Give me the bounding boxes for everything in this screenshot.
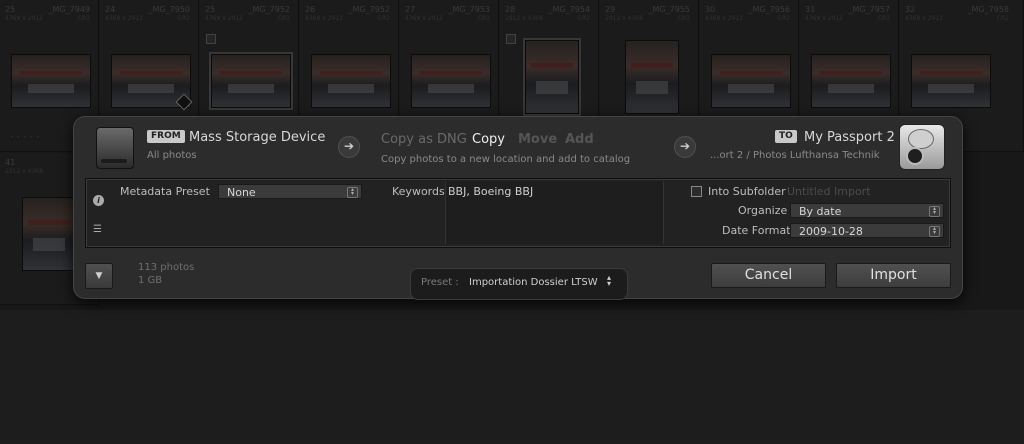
cancel-button[interactable]: Cancel	[711, 263, 826, 288]
destination-name[interactable]: My Passport 2	[804, 130, 895, 145]
arrow-right-icon: ➔	[674, 136, 696, 158]
source-subtitle[interactable]: All photos	[147, 150, 197, 161]
preset-value: Importation Dossier LTSW	[469, 277, 598, 288]
subfolder-label: Into Subfolder	[708, 185, 786, 198]
mode-description: Copy photos to a new location and add to…	[381, 154, 631, 165]
source-name[interactable]: Mass Storage Device	[189, 130, 325, 145]
external-drive-icon[interactable]	[899, 124, 945, 170]
mode-move[interactable]: Move	[518, 132, 557, 147]
subfolder-name-input[interactable]: Untitled Import	[787, 185, 871, 198]
stepper-icon: ▴ ▾	[929, 206, 940, 217]
organize-select[interactable]: By date ▴ ▾	[790, 203, 944, 218]
metadata-preset-value: None	[227, 186, 256, 199]
mode-copy[interactable]: Copy	[472, 132, 505, 147]
import-button[interactable]: Import	[836, 263, 951, 288]
stepper-icon: ▴ ▾	[607, 273, 612, 288]
info-icon[interactable]: i	[93, 195, 104, 206]
keywords-input[interactable]: BBJ, Boeing BBJ	[445, 181, 664, 244]
mode-copy-as-dng[interactable]: Copy as DNG	[381, 132, 467, 147]
destination-path[interactable]: ...ort 2 / Photos Lufthansa Technik	[710, 150, 880, 161]
organize-value: By date	[799, 205, 842, 218]
from-tag: FROM	[147, 130, 185, 143]
expand-dialog-button[interactable]: ▼	[85, 263, 113, 289]
mode-add[interactable]: Add	[565, 132, 594, 147]
stepper-icon: ▴ ▾	[347, 187, 358, 198]
metadata-preset-select[interactable]: None ▴ ▾	[218, 184, 362, 199]
arrow-right-icon: ➔	[338, 136, 360, 158]
subfolder-checkbox[interactable]	[691, 186, 702, 197]
date-format-label: Date Format	[722, 224, 791, 237]
keywords-label: Keywords	[392, 185, 445, 198]
preset-label: Preset :	[421, 277, 459, 288]
stepper-icon: ▴ ▾	[929, 226, 940, 237]
preset-selector[interactable]: Preset : Importation Dossier LTSW ▴ ▾	[410, 268, 628, 300]
metadata-preset-label: Metadata Preset	[120, 185, 210, 198]
photo-count: 113 photos	[138, 262, 195, 273]
date-format-select[interactable]: 2009-10-28 ▴ ▾	[790, 223, 944, 238]
import-options-panel: i ☰ Metadata Preset None ▴ ▾ Keywords BBJ…	[85, 178, 951, 248]
date-format-value: 2009-10-28	[799, 225, 863, 238]
list-icon[interactable]: ☰	[93, 225, 104, 235]
hard-drive-icon[interactable]	[96, 127, 134, 169]
to-tag: TO	[775, 130, 797, 143]
keywords-value: BBJ, Boeing BBJ	[448, 185, 534, 198]
total-size: 1 GB	[138, 275, 163, 286]
import-dialog: FROM Mass Storage Device All photos ➔ Co…	[73, 116, 963, 300]
organize-label: Organize	[738, 204, 788, 217]
